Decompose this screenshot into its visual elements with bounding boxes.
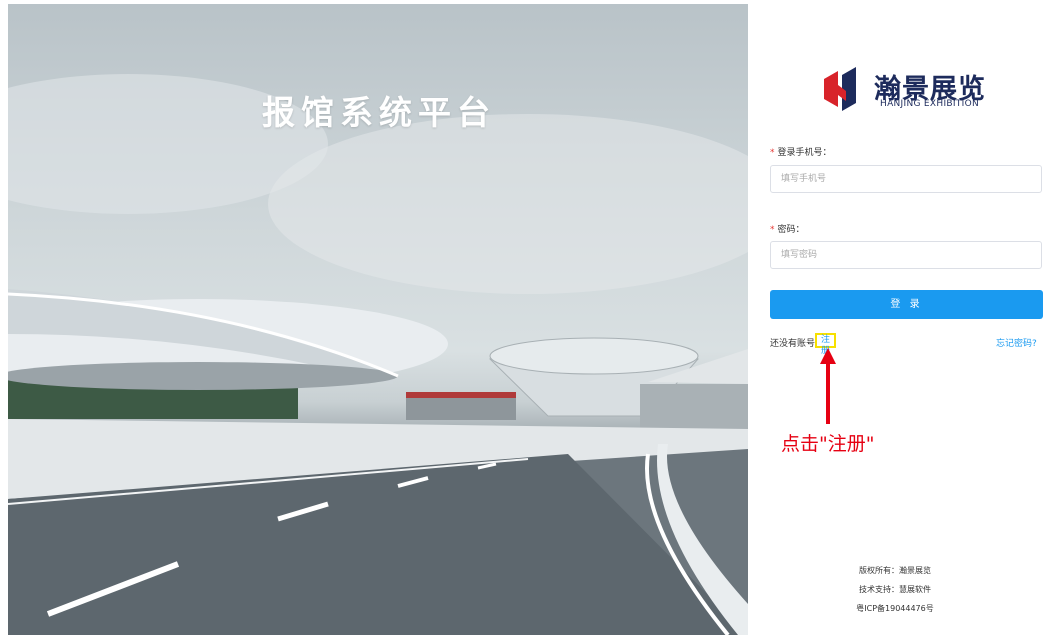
password-label-text: 密码：	[777, 225, 805, 235]
no-account-text: 还没有账号	[770, 339, 816, 349]
phone-input[interactable]: 填写手机号	[770, 165, 1042, 193]
footer-support: 技术支持：慧展软件	[859, 585, 931, 594]
phone-label-text: 登录手机号：	[777, 148, 832, 158]
hanjing-logo-icon	[824, 67, 856, 111]
phone-label: * 登录手机号：	[770, 145, 832, 158]
hero-image: 报馆系统平台	[8, 4, 748, 635]
password-label: * 密码：	[770, 222, 805, 235]
page: 报馆系统平台 瀚景展览 HANJING EXHIBITION * 登录手机号： 填…	[0, 0, 1057, 639]
password-input[interactable]: 填写密码	[770, 241, 1042, 269]
required-mark: *	[770, 148, 775, 158]
login-button[interactable]: 登 录	[770, 290, 1043, 319]
forgot-password-link[interactable]: 忘记密码?	[996, 336, 1037, 349]
register-annotation: 点击"注册"	[781, 433, 875, 455]
footer-icp: 粤ICP备19044476号	[856, 604, 934, 613]
required-mark: *	[770, 225, 775, 235]
brand-name-en: HANJING EXHIBITION	[880, 99, 980, 109]
brand-logo: 瀚景展览 HANJING EXHIBITION	[820, 67, 1000, 117]
register-link[interactable]: 注册	[815, 333, 836, 356]
footer-copyright: 版权所有：瀚景展览	[859, 566, 931, 575]
hero-title: 报馆系统平台	[262, 93, 496, 132]
red-arrow-icon	[820, 348, 836, 424]
